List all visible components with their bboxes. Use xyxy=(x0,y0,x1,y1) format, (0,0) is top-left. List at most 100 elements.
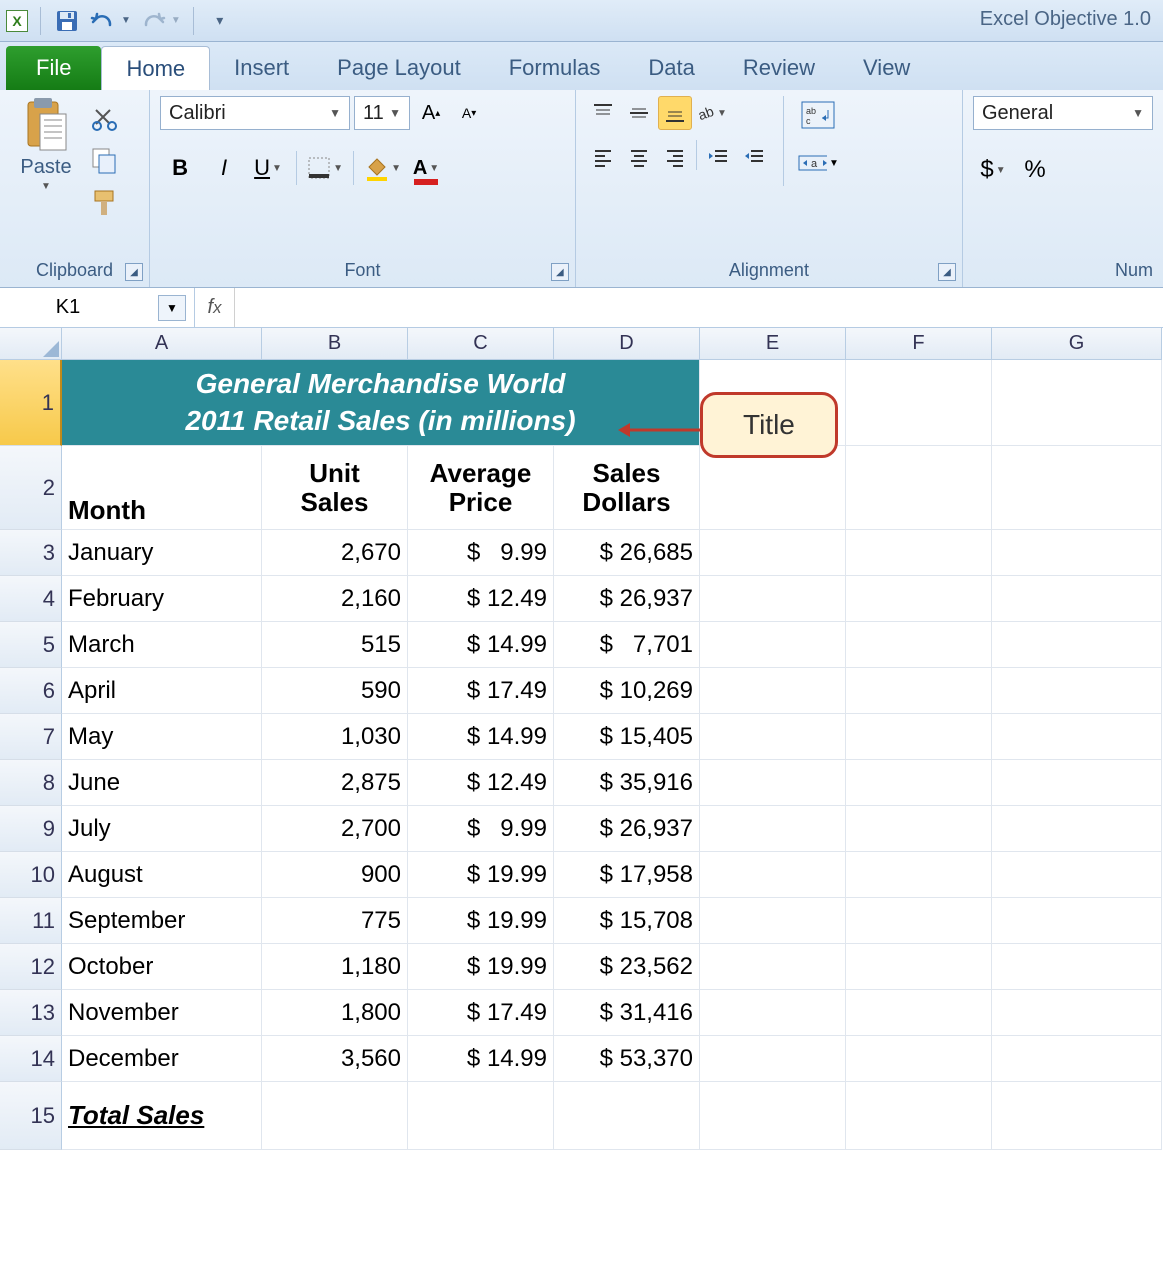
cell-A14[interactable]: December xyxy=(62,1036,262,1082)
merge-center-button[interactable]: a▼ xyxy=(796,144,840,182)
cell-C8[interactable]: $ 12.49 xyxy=(408,760,554,806)
cell-D8[interactable]: $ 35,916 xyxy=(554,760,700,806)
header-unit[interactable]: Unit Sales xyxy=(262,446,408,530)
grow-font-button[interactable]: A▴ xyxy=(414,96,448,130)
cell-A10[interactable]: August xyxy=(62,852,262,898)
redo-button[interactable] xyxy=(139,7,167,35)
cell-F10[interactable] xyxy=(846,852,992,898)
align-top-button[interactable] xyxy=(586,96,620,130)
paste-dropdown[interactable]: ▼ xyxy=(41,181,51,192)
alignment-dialog-launcher[interactable]: ◢ xyxy=(938,263,956,281)
cell-E14[interactable] xyxy=(700,1036,846,1082)
cell-F6[interactable] xyxy=(846,668,992,714)
cell-A13[interactable]: November xyxy=(62,990,262,1036)
cell-C4[interactable]: $ 12.49 xyxy=(408,576,554,622)
cell-G11[interactable] xyxy=(992,898,1162,944)
cell-E3[interactable] xyxy=(700,530,846,576)
cell-F12[interactable] xyxy=(846,944,992,990)
undo-dropdown[interactable]: ▼ xyxy=(121,15,131,26)
cell-G2[interactable] xyxy=(992,446,1162,530)
cell-A3[interactable]: January xyxy=(62,530,262,576)
cell-D7[interactable]: $ 15,405 xyxy=(554,714,700,760)
cell-B6[interactable]: 590 xyxy=(262,668,408,714)
cell-F5[interactable] xyxy=(846,622,992,668)
tab-file[interactable]: File xyxy=(6,46,101,90)
cell-A9[interactable]: July xyxy=(62,806,262,852)
cell-C10[interactable]: $ 19.99 xyxy=(408,852,554,898)
cell-D15[interactable] xyxy=(554,1082,700,1150)
cell-G9[interactable] xyxy=(992,806,1162,852)
tab-view[interactable]: View xyxy=(839,46,934,90)
cell-A5[interactable]: March xyxy=(62,622,262,668)
cell-E7[interactable] xyxy=(700,714,846,760)
tab-home[interactable]: Home xyxy=(101,46,210,90)
cell-B4[interactable]: 2,160 xyxy=(262,576,408,622)
cell-F1[interactable] xyxy=(846,360,992,446)
cell-E6[interactable] xyxy=(700,668,846,714)
cell-D14[interactable]: $ 53,370 xyxy=(554,1036,700,1082)
header-month[interactable]: Month xyxy=(62,446,262,530)
cell-C9[interactable]: $ 9.99 xyxy=(408,806,554,852)
cell-D5[interactable]: $ 7,701 xyxy=(554,622,700,668)
cell-F15[interactable] xyxy=(846,1082,992,1150)
undo-button[interactable] xyxy=(89,7,117,35)
cell-F3[interactable] xyxy=(846,530,992,576)
cell-D9[interactable]: $ 26,937 xyxy=(554,806,700,852)
shrink-font-button[interactable]: A▾ xyxy=(452,96,486,130)
row-header-4[interactable]: 4 xyxy=(0,576,62,622)
row-header-13[interactable]: 13 xyxy=(0,990,62,1036)
italic-button[interactable]: I xyxy=(204,148,244,188)
cell-B7[interactable]: 1,030 xyxy=(262,714,408,760)
cell-G4[interactable] xyxy=(992,576,1162,622)
cell-F9[interactable] xyxy=(846,806,992,852)
tab-formulas[interactable]: Formulas xyxy=(485,46,625,90)
cell-B11[interactable]: 775 xyxy=(262,898,408,944)
cell-C7[interactable]: $ 14.99 xyxy=(408,714,554,760)
format-painter-button[interactable] xyxy=(88,186,122,220)
row-header-12[interactable]: 12 xyxy=(0,944,62,990)
clipboard-dialog-launcher[interactable]: ◢ xyxy=(125,263,143,281)
cell-D11[interactable]: $ 15,708 xyxy=(554,898,700,944)
cell-C11[interactable]: $ 19.99 xyxy=(408,898,554,944)
cell-C3[interactable]: $ 9.99 xyxy=(408,530,554,576)
cell-E13[interactable] xyxy=(700,990,846,1036)
col-header-C[interactable]: C xyxy=(408,328,554,360)
align-middle-button[interactable] xyxy=(622,96,656,130)
cell-G12[interactable] xyxy=(992,944,1162,990)
orientation-button[interactable]: ab▼ xyxy=(694,96,728,130)
font-name-combo[interactable]: Calibri▼ xyxy=(160,96,350,130)
cell-E5[interactable] xyxy=(700,622,846,668)
align-right-button[interactable] xyxy=(658,140,692,174)
name-box[interactable] xyxy=(8,296,128,319)
cell-G5[interactable] xyxy=(992,622,1162,668)
font-color-button[interactable]: A ▼ xyxy=(406,148,446,188)
save-button[interactable] xyxy=(53,7,81,35)
align-bottom-button[interactable] xyxy=(658,96,692,130)
row-header-5[interactable]: 5 xyxy=(0,622,62,668)
cell-B5[interactable]: 515 xyxy=(262,622,408,668)
row-header-10[interactable]: 10 xyxy=(0,852,62,898)
cell-B10[interactable]: 900 xyxy=(262,852,408,898)
cell-A11[interactable]: September xyxy=(62,898,262,944)
title-cell[interactable]: General Merchandise World 2011 Retail Sa… xyxy=(62,360,700,446)
row-header-3[interactable]: 3 xyxy=(0,530,62,576)
font-dialog-launcher[interactable]: ◢ xyxy=(551,263,569,281)
customize-qat-button[interactable]: ▾ xyxy=(206,7,234,35)
cell-A8[interactable]: June xyxy=(62,760,262,806)
col-header-F[interactable]: F xyxy=(846,328,992,360)
cell-E4[interactable] xyxy=(700,576,846,622)
cell-E12[interactable] xyxy=(700,944,846,990)
cell-A4[interactable]: February xyxy=(62,576,262,622)
cell-E2[interactable] xyxy=(700,446,846,530)
row-header-11[interactable]: 11 xyxy=(0,898,62,944)
cell-G8[interactable] xyxy=(992,760,1162,806)
cell-C6[interactable]: $ 17.49 xyxy=(408,668,554,714)
cut-button[interactable] xyxy=(88,102,122,136)
row-header-8[interactable]: 8 xyxy=(0,760,62,806)
bold-button[interactable]: B xyxy=(160,148,200,188)
cell-B9[interactable]: 2,700 xyxy=(262,806,408,852)
percent-format-button[interactable]: % xyxy=(1015,150,1055,190)
accounting-format-button[interactable]: $▼ xyxy=(973,150,1013,190)
total-label[interactable]: Total Sales xyxy=(62,1082,262,1150)
tab-page-layout[interactable]: Page Layout xyxy=(313,46,485,90)
